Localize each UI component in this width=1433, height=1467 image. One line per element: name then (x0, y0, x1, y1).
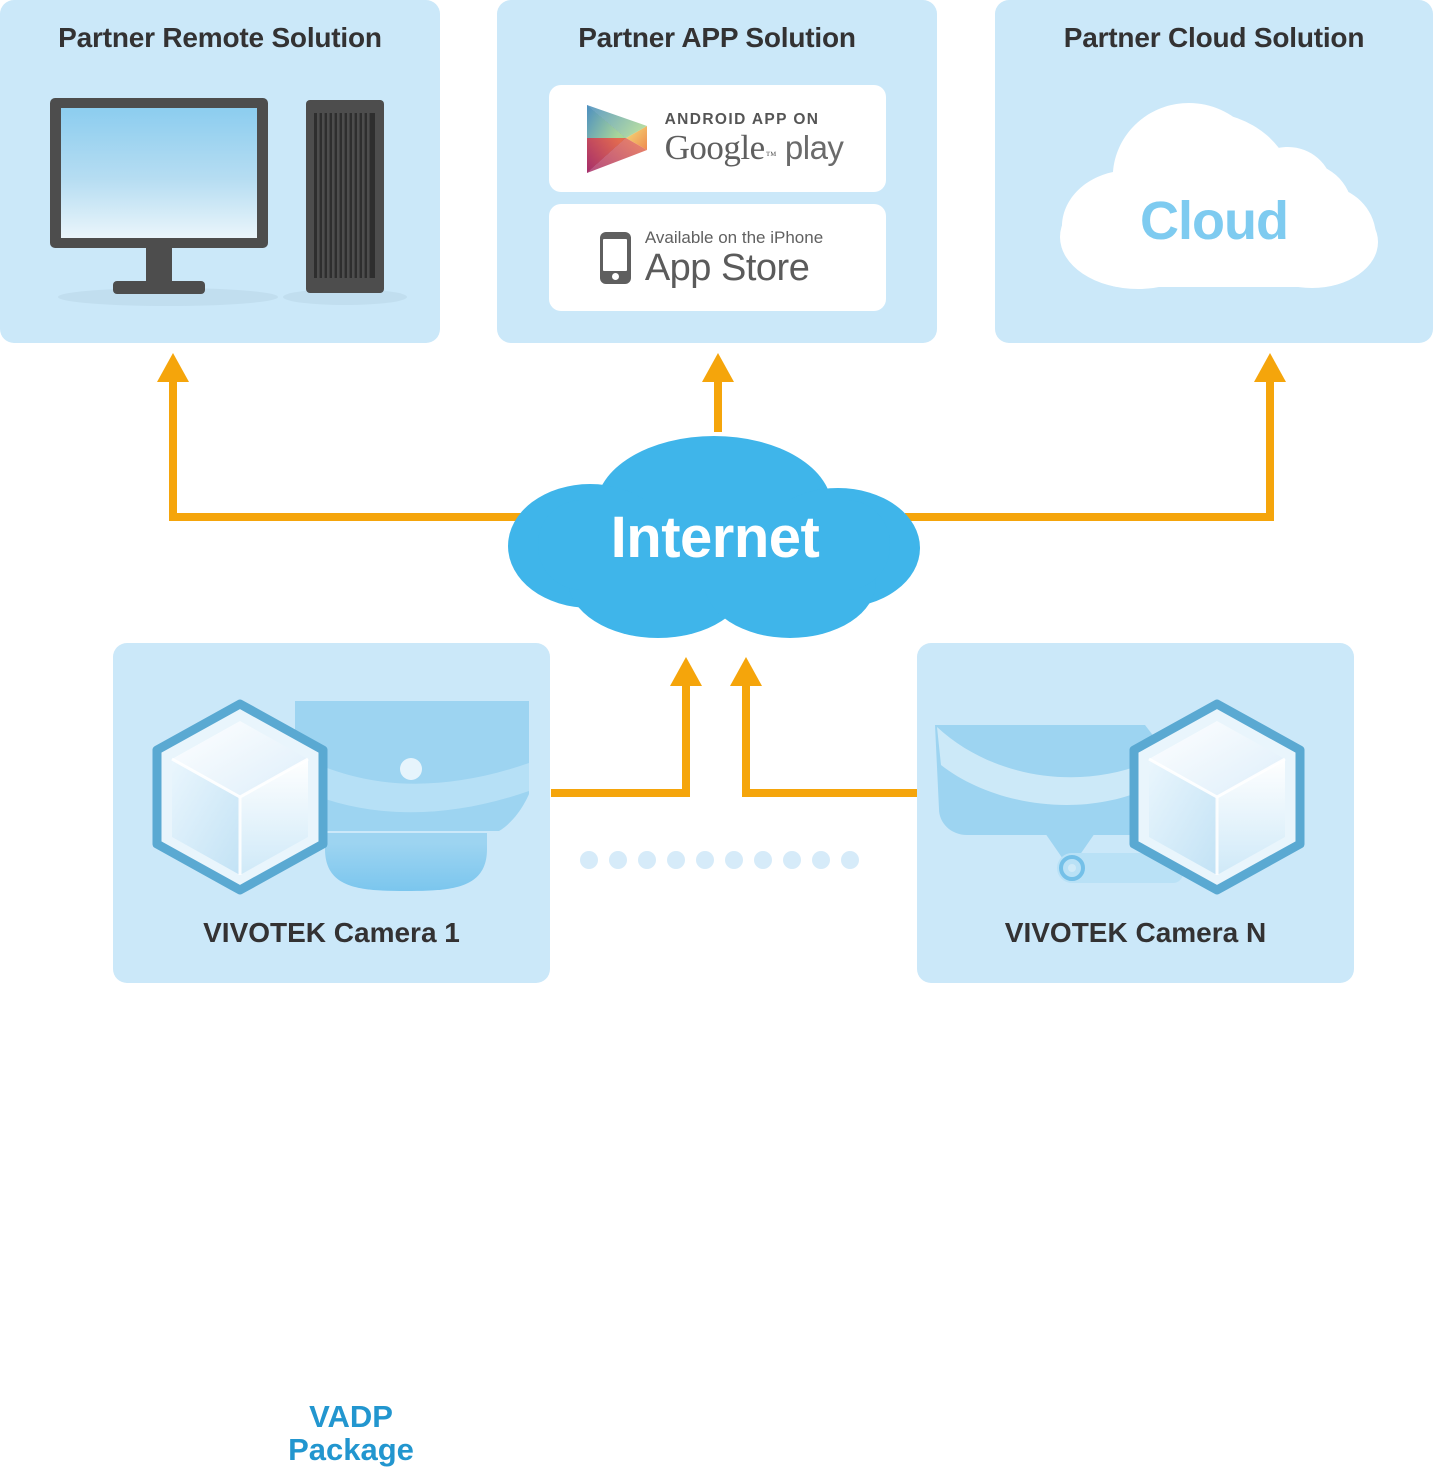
panel-vivotek-camera-1: VADP Package VIVOTEK Camera 1 (113, 643, 550, 1467)
panel-vivotek-camera-n: VADP Package VIVOTEK Camera N (917, 643, 1354, 983)
vadp-line-1: VADP (309, 1399, 393, 1434)
internet-label: Internet (610, 505, 820, 570)
vadp-package-hexagon-icon (1129, 699, 1305, 895)
diagram-canvas: Partner Remote Solution Partner APP Solu… (0, 0, 1433, 1467)
camera-title-n: VIVOTEK Camera N (1004, 917, 1267, 948)
vadp-package-hexagon-icon (152, 699, 328, 895)
ellipsis-dots (580, 851, 859, 869)
camera-title-1: VIVOTEK Camera 1 (203, 917, 460, 948)
vadp-line-2: Package (288, 1432, 414, 1467)
vadp-package-label-camera-1: VADP Package (261, 1400, 441, 1467)
